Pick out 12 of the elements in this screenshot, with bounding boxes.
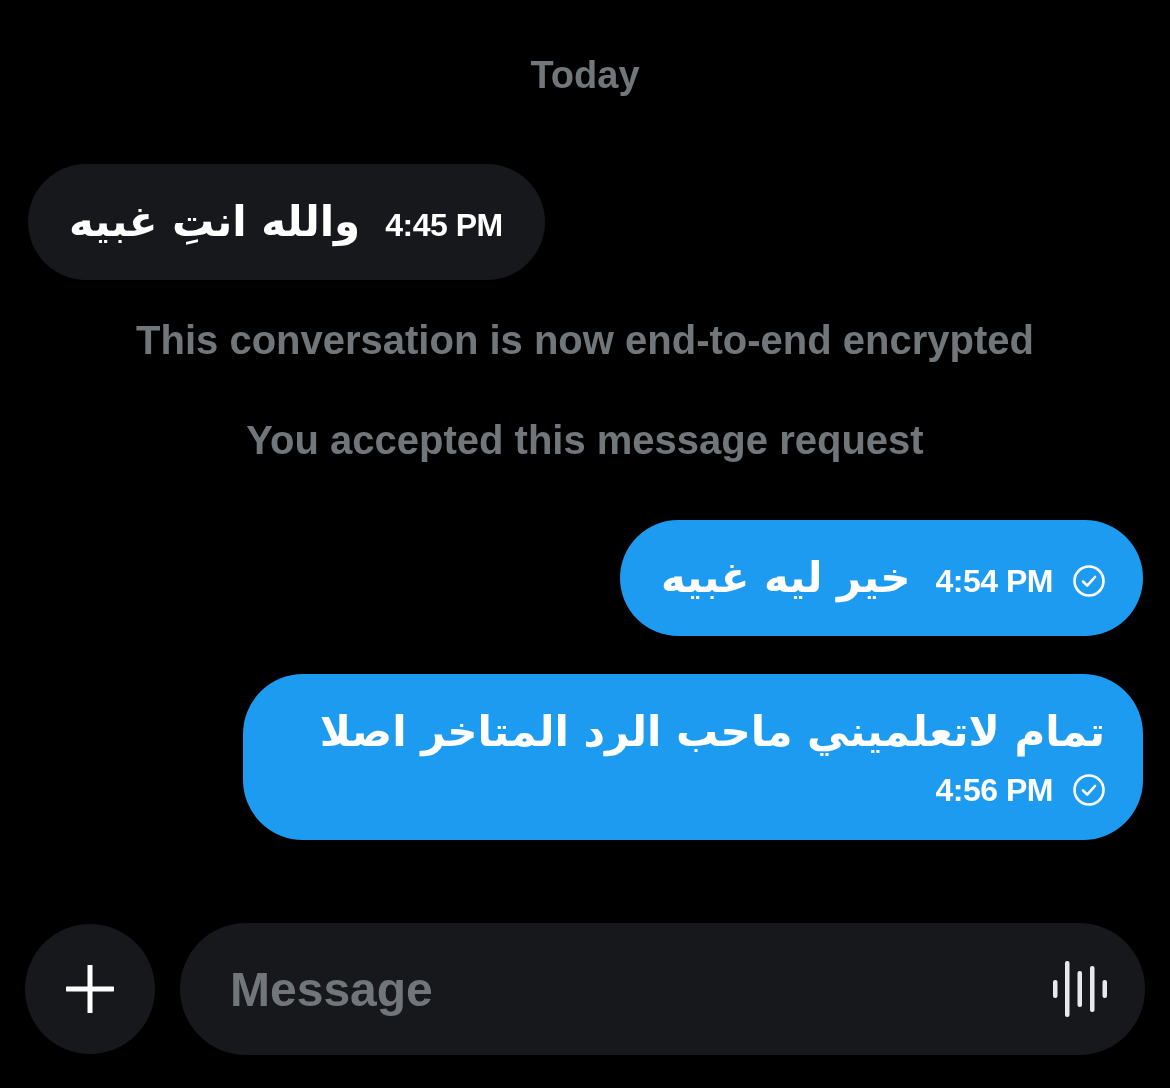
message-text: خير ليه غبيه xyxy=(660,552,911,605)
message-time: 4:45 PM xyxy=(385,206,503,244)
waveform-icon[interactable] xyxy=(1053,961,1107,1017)
date-label: Today xyxy=(530,55,640,95)
message-text: تمام لاتعلميني ماحب الرد المتاخر اصلا xyxy=(319,706,1105,759)
plus-icon xyxy=(66,965,114,1013)
message-field[interactable]: Message xyxy=(180,923,1145,1055)
message-text: والله انتِ غبيه xyxy=(69,196,361,249)
system-notice: This conversation is now end-to-end encrypted xyxy=(136,320,1034,360)
message-time: 4:56 PM xyxy=(935,771,1053,809)
message-time: 4:54 PM xyxy=(935,562,1053,600)
system-notice: You accepted this message request xyxy=(246,420,924,460)
